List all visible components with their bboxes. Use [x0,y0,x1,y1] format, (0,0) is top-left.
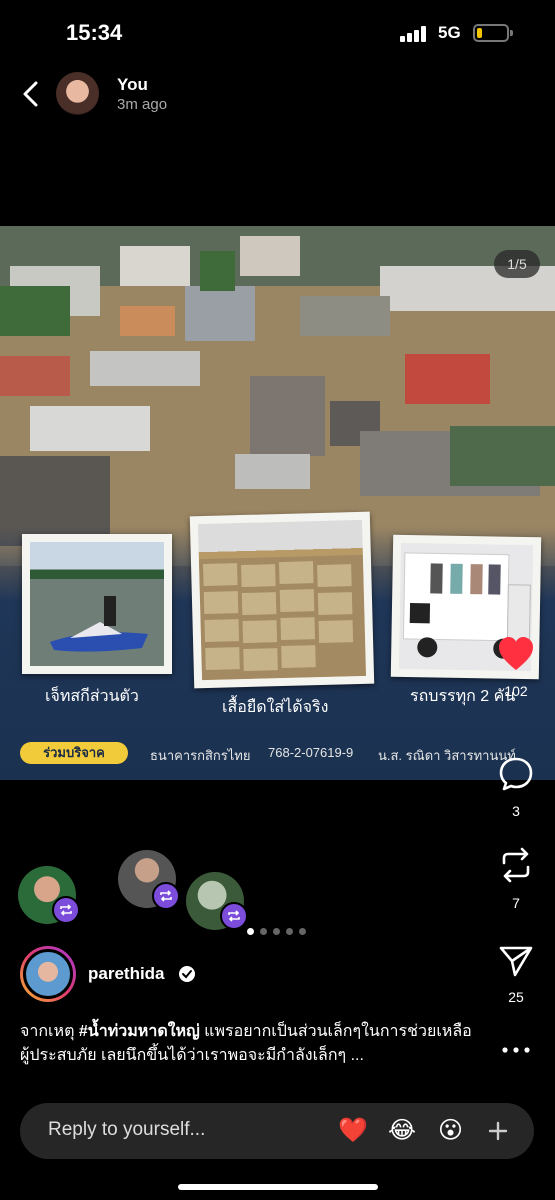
story-user-name[interactable]: You [117,75,148,95]
status-bar: 15:34 5G [0,0,555,64]
donate-badge: ร่วมบริจาค [20,742,128,764]
repost-button[interactable]: 7 [486,846,546,911]
page-counter: 1/5 [494,250,540,278]
hashtag-link[interactable]: #น้ำท่วมหาดใหญ่ [79,1023,200,1040]
author-name[interactable]: parethida [88,964,165,984]
post-media[interactable]: 1/5 เจ็ทสกีส่วนตัว เสื้อยืดใส่ได้จริง รถ… [0,226,555,780]
carousel-dots [247,922,312,940]
comment-count: 3 [512,803,520,819]
caption-tshirt: เสื้อยืดใส่ได้จริง [222,699,329,716]
share-button[interactable]: 25 [486,944,546,1005]
surprised-reaction-icon[interactable]: 😮 [438,1115,463,1147]
reply-bar[interactable]: Reply to yourself... ❤️ 😂 😮 [20,1103,534,1159]
donate-account: 768-2-07619-9 [268,745,354,760]
caption-jetski: เจ็ทสกีส่วนตัว [45,688,139,705]
reply-input[interactable]: Reply to yourself... [48,1119,205,1141]
home-indicator [178,1184,378,1190]
caption-prefix: จากเหตุ [20,1023,79,1040]
comment-button[interactable]: 3 [486,756,546,819]
repost-badge-icon [152,882,180,910]
post-caption[interactable]: จากเหตุ #น้ำท่วมหาดใหญ่ แพรอยากเป็นส่วนเ… [20,1020,480,1068]
clock: 15:34 [66,20,123,45]
signal-icon [400,26,430,42]
laugh-reaction-icon[interactable]: 😂 [388,1115,416,1147]
donation-info: ร่วมบริจาค ธนาคารกสิกรไทย 768-2-07619-9 … [0,742,555,766]
like-count: 102 [504,683,528,699]
send-icon [499,946,533,977]
comment-icon [499,757,533,791]
back-icon[interactable] [14,74,50,114]
repost-badge-icon [220,902,248,930]
battery-icon [473,24,513,42]
plus-icon[interactable] [486,1119,510,1143]
donate-bank: ธนาคารกสิกรไทย [150,748,251,763]
post-time: 3m ago [117,96,168,113]
network-type: 5G [438,23,461,42]
heart-icon [499,637,533,670]
more-icon [502,1047,530,1053]
tshirt-bags-photo [189,511,375,689]
avatar[interactable] [56,72,99,115]
more-options-button[interactable] [486,1038,546,1067]
heart-reaction-icon[interactable]: ❤️ [338,1115,368,1147]
repost-badge-icon [52,896,80,924]
repost-count: 7 [512,895,520,911]
share-count: 25 [508,989,524,1005]
repost-icon [502,847,530,883]
author-avatar[interactable] [20,946,76,1002]
jetski-photo [22,534,172,674]
verified-icon [179,966,195,982]
like-button[interactable]: 102 [486,636,546,699]
